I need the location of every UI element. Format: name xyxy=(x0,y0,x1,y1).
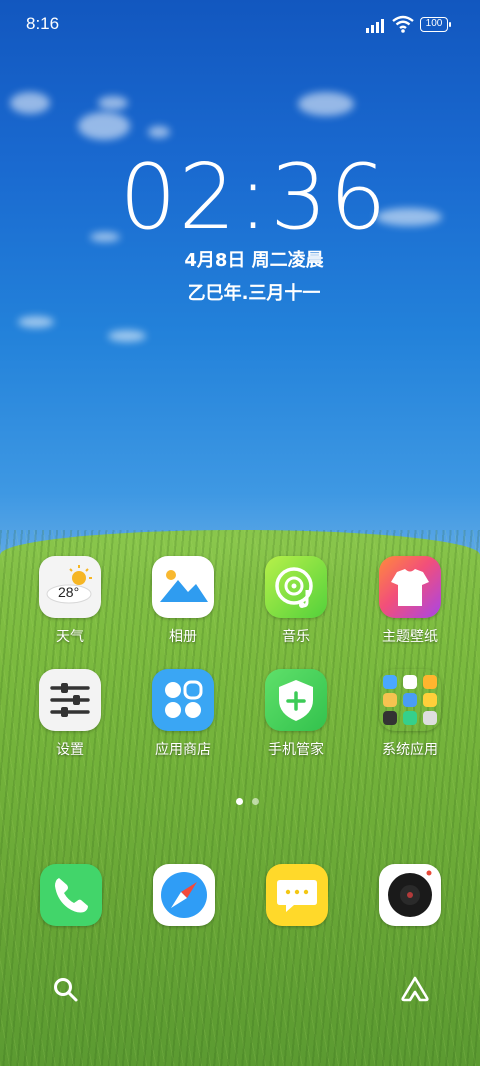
app-label: 主题壁纸 xyxy=(382,629,438,645)
clock-time[interactable]: 02:36 xyxy=(0,145,480,250)
folder-icon xyxy=(379,669,441,731)
cloud xyxy=(148,126,170,138)
app-label: 音乐 xyxy=(282,629,310,645)
app-settings[interactable]: 设置 xyxy=(20,669,120,759)
status-bar: 8:16 100 xyxy=(0,0,480,50)
cloud xyxy=(10,92,50,114)
dock-messages[interactable] xyxy=(266,864,328,926)
security-icon xyxy=(265,669,327,731)
search-icon[interactable] xyxy=(52,976,80,1004)
clock-date: 4月8日 周二凌晨 xyxy=(184,250,324,271)
app-gallery[interactable]: 相册 xyxy=(133,556,233,646)
home-screen: 8:16 100 02:36 4月8日 周二凌晨 乙巳年.三月十一 28° 天气… xyxy=(0,0,480,1066)
status-time: 8:16 xyxy=(26,14,60,33)
wifi-icon xyxy=(392,15,414,33)
settings-icon xyxy=(39,669,101,731)
app-store[interactable]: 应用商店 xyxy=(133,669,233,759)
assistant-icon[interactable] xyxy=(399,974,431,1004)
cloud xyxy=(78,112,130,140)
theme-icon xyxy=(379,556,441,618)
cloud xyxy=(298,92,354,116)
weather-icon: 28° xyxy=(39,556,101,618)
phone-icon xyxy=(55,878,88,913)
app-label: 相册 xyxy=(169,629,197,645)
lunar-date: 乙巳年.三月十一 xyxy=(187,283,321,304)
dock-camera[interactable] xyxy=(379,864,441,926)
battery-icon: 100 xyxy=(420,17,451,32)
app-label: 手机管家 xyxy=(268,742,324,758)
page-dot[interactable] xyxy=(252,798,259,805)
app-folder-system[interactable]: 系统应用 xyxy=(360,669,460,759)
gallery-icon xyxy=(152,556,214,618)
app-music[interactable]: 音乐 xyxy=(246,556,346,646)
cloud xyxy=(98,96,128,110)
cloud xyxy=(18,316,54,328)
app-label: 天气 xyxy=(56,629,84,645)
dock-phone[interactable] xyxy=(40,864,102,926)
dock-browser[interactable] xyxy=(153,864,215,926)
app-label: 应用商店 xyxy=(155,742,211,758)
music-icon xyxy=(265,556,327,618)
app-theme[interactable]: 主题壁纸 xyxy=(360,556,460,646)
compass-icon xyxy=(161,872,207,918)
signal-icon xyxy=(366,19,384,33)
app-security[interactable]: 手机管家 xyxy=(246,669,346,759)
cloud xyxy=(108,330,146,342)
page-dot-active[interactable] xyxy=(236,798,243,805)
weather-temperature: 28° xyxy=(58,584,80,600)
page-indicator xyxy=(222,797,272,807)
app-weather[interactable]: 28° 天气 xyxy=(20,556,120,646)
app-label: 设置 xyxy=(56,742,84,758)
message-icon xyxy=(277,880,317,912)
camera-icon xyxy=(388,870,432,917)
app-store-icon xyxy=(152,669,214,731)
app-label: 系统应用 xyxy=(382,742,438,758)
